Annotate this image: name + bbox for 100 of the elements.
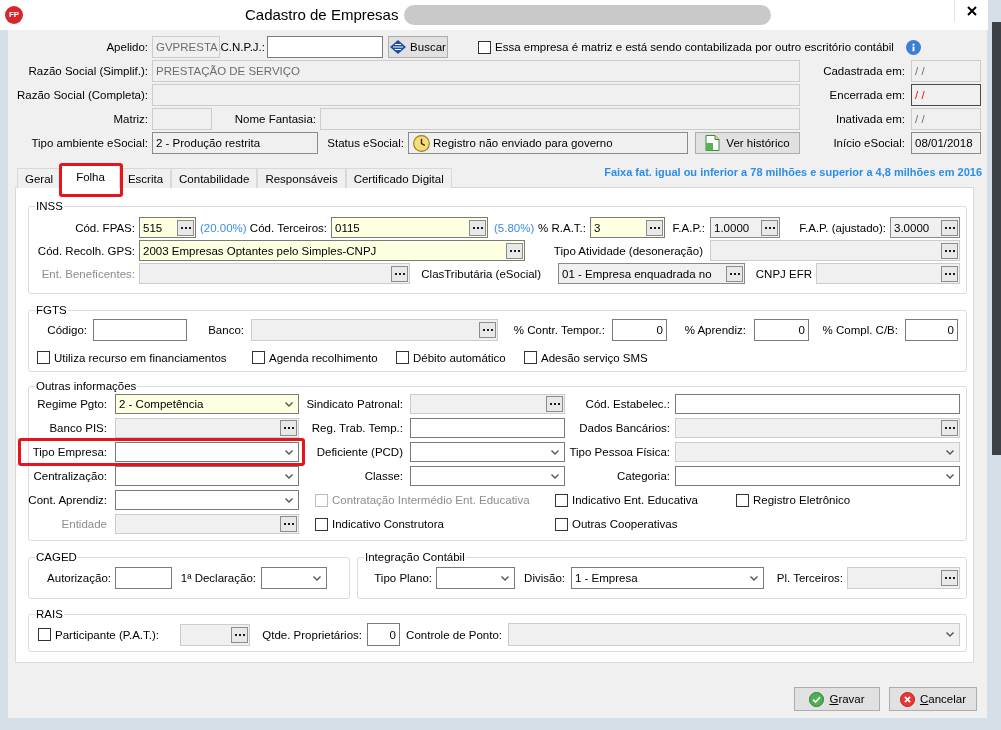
dropdown[interactable]: 1 - Empresa: [571, 567, 764, 589]
field-label: Inativada em:: [835, 112, 905, 126]
text-field[interactable]: [410, 418, 565, 438]
text-field[interactable]: 2 - Produção restrita: [152, 132, 318, 154]
text-field[interactable]: [267, 36, 383, 58]
lookup-field[interactable]: 2003 Empresas Optantes pelo Simples-CNPJ: [139, 240, 525, 261]
dropdown[interactable]: [115, 466, 299, 486]
dropdown[interactable]: [410, 442, 565, 462]
text-field[interactable]: 0: [612, 319, 667, 341]
app-logo: FP: [5, 6, 23, 24]
checkbox[interactable]: [396, 351, 409, 364]
dropdown[interactable]: [675, 466, 960, 486]
checkbox[interactable]: [478, 40, 491, 54]
field-label: Deficiente (PCD): [316, 445, 403, 459]
ellipsis-icon: [729, 272, 740, 275]
tab[interactable]: Certificado Digital: [345, 168, 452, 188]
checkbox-label: Agenda recolhimento: [269, 350, 378, 365]
dropdown[interactable]: [410, 466, 565, 486]
field-label: Regime Pgto:: [37, 397, 107, 411]
dropdown[interactable]: [436, 567, 515, 589]
text-field[interactable]: 0: [367, 623, 400, 646]
lookup-button[interactable]: [941, 219, 958, 236]
field-label: Cód. Estabelec.:: [585, 397, 670, 411]
checkbox[interactable]: [555, 493, 568, 507]
chevron-down-icon: [946, 449, 954, 455]
dropdown[interactable]: [115, 442, 299, 462]
status-field[interactable]: Registro não enviado para governo: [408, 132, 688, 154]
checkbox[interactable]: [38, 628, 51, 641]
ellipsis-icon: [509, 249, 520, 252]
checkbox[interactable]: [524, 351, 537, 364]
dropdown[interactable]: [261, 567, 327, 589]
lookup-button[interactable]: [177, 219, 194, 236]
history-button[interactable]: Ver histórico: [695, 132, 800, 154]
lookup-button[interactable]: [646, 219, 663, 236]
chevron-down-icon: [750, 575, 758, 581]
tab[interactable]: Contabilidade: [171, 168, 258, 188]
lookup-button[interactable]: [469, 219, 486, 236]
search-button[interactable]: Buscar: [388, 36, 448, 58]
dropdown[interactable]: [115, 490, 299, 510]
document-icon: [705, 135, 721, 151]
checkbox-label: Participante (P.A.T.):: [55, 627, 159, 642]
ellipsis-icon: [180, 226, 191, 229]
chevron-down-icon: [285, 497, 293, 503]
text-field[interactable]: 0: [754, 319, 809, 341]
tab[interactable]: Responsáveis: [257, 168, 346, 188]
checkbox-label: Débito automático: [413, 350, 506, 365]
lookup-field[interactable]: 3.0000: [890, 217, 960, 238]
field-label: Cód. Terceiros:: [249, 220, 327, 235]
rate-note: (5.80%): [494, 220, 534, 235]
chevron-down-icon: [285, 401, 293, 407]
lookup-field[interactable]: 515: [139, 217, 196, 238]
checkbox[interactable]: [315, 517, 328, 531]
field-label: Razão Social (Completa):: [16, 88, 148, 102]
checkbox[interactable]: [555, 517, 568, 531]
checkbox-label: Registro Eletrônico: [753, 493, 851, 507]
field-label: Início eSocial:: [833, 136, 905, 150]
cancel-button[interactable]: Cancelar: [889, 687, 977, 711]
chevron-down-icon: [551, 473, 559, 479]
field-label: Sindicato Patronal:: [306, 397, 403, 411]
lookup-button[interactable]: [506, 242, 523, 259]
ellipsis-icon: [944, 272, 955, 275]
tab[interactable]: Geral: [17, 168, 62, 188]
checkbox-label: Contratação Intermédio Ent. Educativa: [332, 493, 530, 507]
field-label: Apelido:: [106, 40, 148, 54]
group-title: CAGED: [35, 550, 78, 564]
lookup-field[interactable]: 1.0000: [710, 217, 780, 238]
dropdown[interactable]: 2 - Competência: [115, 394, 299, 414]
text-field[interactable]: [675, 394, 960, 414]
field-label: Categoria:: [616, 469, 670, 483]
checkbox[interactable]: [37, 351, 50, 364]
group-title: Integração Contábil: [364, 550, 466, 564]
field-label: Matriz:: [113, 112, 148, 126]
text-field[interactable]: / /: [911, 84, 981, 106]
lookup-button[interactable]: [761, 219, 778, 236]
text-field[interactable]: [93, 319, 187, 341]
field-label: Encerrada em:: [829, 88, 905, 102]
field-label: % Compl. C/B:: [822, 323, 898, 337]
field-label: Centralização:: [33, 469, 107, 483]
text-field[interactable]: [115, 567, 172, 589]
ellipsis-icon: [234, 633, 245, 636]
checkbox-label: Indicativo Ent. Educativa: [572, 493, 698, 507]
lookup-button[interactable]: [726, 265, 743, 282]
checkbox[interactable]: [252, 351, 265, 364]
field-label: Tipo Empresa:: [32, 445, 107, 459]
chevron-down-icon: [501, 575, 509, 581]
lookup-field[interactable]: 01 - Empresa enquadrada no: [558, 263, 745, 284]
lookup-field[interactable]: 0115: [331, 217, 488, 238]
lookup-field[interactable]: 3: [590, 217, 665, 238]
checkbox-label: Adesão serviço SMS: [541, 350, 648, 365]
field-label: 1ª Declaração:: [180, 571, 256, 585]
text-field[interactable]: 0: [905, 319, 958, 341]
info-icon: [905, 39, 921, 55]
cancel-icon: [900, 691, 915, 707]
save-button[interactable]: Gravar: [794, 687, 880, 711]
ellipsis-icon: [764, 226, 775, 229]
field-label: Cadastrada em:: [823, 64, 905, 78]
checkbox[interactable]: [736, 493, 749, 507]
field-label: Classe:: [364, 469, 403, 483]
text-field[interactable]: 08/01/2018: [911, 132, 981, 154]
field-label: Razão Social (Simplif.):: [28, 64, 148, 78]
